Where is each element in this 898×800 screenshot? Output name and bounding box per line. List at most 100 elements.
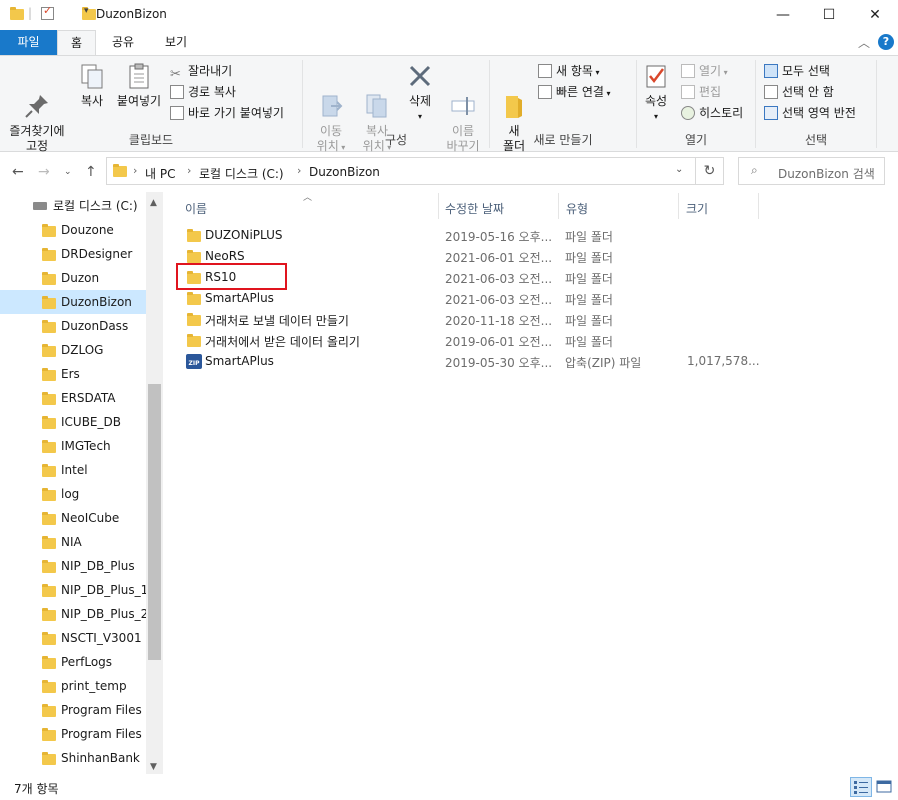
- folder-icon: [42, 656, 56, 669]
- nav-item[interactable]: NIP_DB_Plus_2: [0, 602, 146, 626]
- nav-item[interactable]: Intel: [0, 458, 146, 482]
- copy-icon: [78, 62, 106, 90]
- nav-item[interactable]: NIA: [0, 530, 146, 554]
- open-group: 속성 ▾ 열기 ▾ 편집 히스토리 열기: [637, 56, 755, 152]
- nav-item[interactable]: Ers: [0, 362, 146, 386]
- nav-item[interactable]: DuzonBizon: [0, 290, 146, 314]
- tab-home[interactable]: 홈: [57, 30, 96, 55]
- nav-item-local-disk[interactable]: 로컬 디스크 (C:): [0, 194, 146, 218]
- select-all-button[interactable]: 모두 선택: [764, 62, 830, 80]
- tab-share[interactable]: 공유: [100, 30, 146, 55]
- file-row[interactable]: 거래처에서 받은 데이터 올리기 2019-06-01 오전... 파일 폴더: [182, 330, 762, 351]
- file-row[interactable]: SmartAPlus 2021-06-03 오전... 파일 폴더: [182, 288, 762, 309]
- column-divider[interactable]: [678, 193, 679, 219]
- column-divider[interactable]: [438, 193, 439, 219]
- edit-button[interactable]: 편집: [681, 83, 721, 101]
- folder-icon: [42, 344, 56, 357]
- address-dropdown-icon[interactable]: ⌄: [675, 164, 683, 175]
- breadcrumb-duzonbizon[interactable]: DuzonBizon: [309, 165, 380, 179]
- column-header-date[interactable]: 수정한 날짜: [445, 200, 504, 217]
- nav-item[interactable]: NIP_DB_Plus: [0, 554, 146, 578]
- address-bar[interactable]: › 내 PC › 로컬 디스크 (C:) › DuzonBizon ⌄: [106, 157, 696, 185]
- maximize-button[interactable]: ☐: [806, 0, 852, 30]
- back-arrow-icon[interactable]: ←: [12, 164, 24, 180]
- edit-icon: [681, 85, 695, 99]
- file-type: 파일 폴더: [565, 314, 613, 328]
- column-header-type[interactable]: 유형: [566, 200, 588, 217]
- nav-item[interactable]: IMGTech: [0, 434, 146, 458]
- nav-item-label: PerfLogs: [61, 655, 113, 669]
- paste-shortcut-button[interactable]: 바로 가기 붙여넣기: [170, 104, 284, 122]
- easy-access-button[interactable]: 빠른 연결 ▾: [538, 83, 611, 101]
- nav-item[interactable]: PerfLogs: [0, 650, 146, 674]
- nav-item-label: Program Files (x86): [61, 727, 146, 741]
- breadcrumb-local-disk[interactable]: 로컬 디스크 (C:): [199, 165, 284, 182]
- folder-icon: [42, 560, 56, 573]
- column-divider[interactable]: [758, 193, 759, 219]
- nav-item[interactable]: ERSDATA: [0, 386, 146, 410]
- nav-item[interactable]: Douzone: [0, 218, 146, 242]
- qat-dropdown-icon[interactable]: ▾: [84, 6, 89, 16]
- folder-icon: [42, 704, 56, 717]
- nav-item-label: Duzon: [61, 271, 100, 285]
- nav-item[interactable]: DZLOG: [0, 338, 146, 362]
- new-group: 새 폴더 새 항목 ▾ 빠른 연결 ▾ 새로 만들기: [490, 56, 636, 153]
- copy-path-button[interactable]: 경로 복사: [170, 83, 236, 101]
- nav-item[interactable]: Duzon: [0, 266, 146, 290]
- paste-shortcut-icon: [170, 106, 184, 120]
- scroll-down-arrow-icon[interactable]: ▼: [150, 762, 157, 772]
- minimize-button[interactable]: —: [760, 0, 806, 30]
- properties-qat-icon[interactable]: ✓: [41, 4, 54, 20]
- scroll-up-arrow-icon[interactable]: ▲: [150, 198, 157, 208]
- folder-icon: [42, 536, 56, 549]
- nav-item-label: DuzonDass: [61, 319, 129, 333]
- nav-item[interactable]: NIP_DB_Plus_1: [0, 578, 146, 602]
- details-view-button[interactable]: [850, 777, 872, 797]
- nav-item-label: Intel: [61, 463, 88, 477]
- file-row[interactable]: 거래처로 보낼 데이터 만들기 2020-11-18 오전... 파일 폴더: [182, 309, 762, 330]
- large-icons-view-button[interactable]: [873, 777, 895, 797]
- nav-scrollbar-thumb[interactable]: [148, 384, 161, 660]
- ribbon-collapse-icon[interactable]: ︿: [858, 34, 870, 51]
- nav-item[interactable]: print_temp: [0, 674, 146, 698]
- recent-locations-chevron-icon[interactable]: ⌄: [64, 167, 72, 177]
- history-button[interactable]: 히스토리: [681, 104, 743, 122]
- select-none-button[interactable]: 선택 안 함: [764, 83, 834, 101]
- tab-view[interactable]: 보기: [150, 30, 202, 55]
- nav-item[interactable]: ShinhanBank: [0, 746, 146, 770]
- nav-item[interactable]: DRDesigner: [0, 242, 146, 266]
- nav-item[interactable]: NeoICube: [0, 506, 146, 530]
- close-button[interactable]: ✕: [852, 0, 898, 30]
- cut-button[interactable]: ✂ 잘라내기: [170, 62, 232, 82]
- forward-arrow-icon[interactable]: →: [38, 164, 50, 180]
- column-header-size[interactable]: 크기: [686, 200, 708, 217]
- tab-file[interactable]: 파일: [0, 30, 57, 55]
- file-row[interactable]: ZIP SmartAPlus 2019-05-30 오후... 압축(ZIP) 파일 1…: [182, 351, 762, 372]
- nav-item[interactable]: Program Files: [0, 698, 146, 722]
- help-icon[interactable]: ?: [878, 34, 894, 50]
- column-header-name[interactable]: 이름: [185, 200, 207, 217]
- new-item-button[interactable]: 새 항목 ▾: [538, 62, 600, 80]
- column-divider[interactable]: [558, 193, 559, 219]
- folder-icon: [42, 416, 56, 429]
- paste-button[interactable]: 붙여넣기: [114, 62, 164, 109]
- invert-selection-button[interactable]: 선택 영역 반전: [764, 104, 856, 122]
- open-button[interactable]: 열기 ▾: [681, 62, 728, 80]
- folder-icon: [42, 584, 56, 597]
- nav-item[interactable]: log: [0, 482, 146, 506]
- properties-button[interactable]: 속성 ▾: [639, 62, 673, 124]
- breadcrumb-this-pc[interactable]: 내 PC: [145, 165, 175, 182]
- highlight-annotation: [176, 263, 287, 290]
- search-input[interactable]: DuzonBizon 검색: [778, 165, 875, 182]
- copy-button[interactable]: 복사: [72, 62, 112, 109]
- delete-button[interactable]: 삭제 ▾: [401, 62, 439, 124]
- refresh-icon[interactable]: ↻: [695, 157, 724, 185]
- nav-item[interactable]: ICUBE_DB: [0, 410, 146, 434]
- up-arrow-icon[interactable]: ↑: [85, 164, 97, 180]
- folder-icon: [42, 248, 56, 261]
- nav-item[interactable]: Program Files (x86): [0, 722, 146, 746]
- search-box[interactable]: ⌕ DuzonBizon 검색: [738, 157, 885, 185]
- nav-item[interactable]: DuzonDass: [0, 314, 146, 338]
- nav-item[interactable]: NSCTI_V3001: [0, 626, 146, 650]
- file-row[interactable]: DUZONiPLUS 2019-05-16 오후... 파일 폴더: [182, 225, 762, 246]
